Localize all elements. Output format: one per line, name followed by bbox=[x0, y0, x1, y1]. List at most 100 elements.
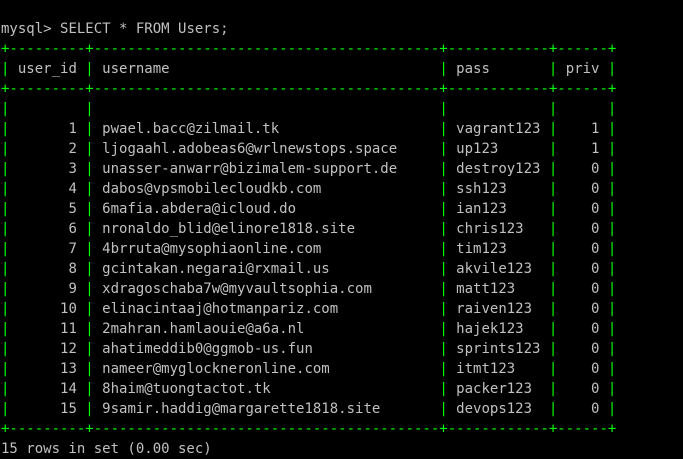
cell-separator: | bbox=[607, 301, 617, 317]
cell-separator: | bbox=[439, 321, 448, 337]
sql-command: SELECT * FROM Users; bbox=[60, 21, 229, 37]
cell-separator: | bbox=[439, 281, 448, 297]
table-cell-user_id: 3 bbox=[9, 161, 86, 177]
table-cell-pass: akvile123 bbox=[447, 261, 549, 277]
cell-separator: | bbox=[607, 221, 617, 237]
cell-separator: | bbox=[439, 161, 448, 177]
cell-separator: | bbox=[439, 101, 448, 117]
table-cell-pass: raiven123 bbox=[447, 301, 549, 317]
cell-separator: | bbox=[85, 381, 94, 397]
table-cell-priv: 1 bbox=[557, 121, 608, 137]
table-row: | 11 | 2mahran.hamlaouie@a6a.nl | hajek1… bbox=[1, 319, 683, 339]
table-cell-username: unasser-anwarr@bizimalem-support.de bbox=[93, 161, 440, 177]
table-cell-priv: 0 bbox=[557, 341, 608, 357]
table-cell-username: pwael.bacc@zilmail.tk bbox=[93, 121, 440, 137]
table-cell-pass: tim123 bbox=[447, 241, 549, 257]
table-border-header: +---------+-----------------------------… bbox=[1, 81, 617, 97]
cell-separator: | bbox=[607, 261, 617, 277]
table-cell-pass: packer123 bbox=[447, 381, 549, 397]
cell-separator: | bbox=[607, 121, 617, 137]
cell-separator: | bbox=[439, 301, 448, 317]
cell-separator: | bbox=[607, 181, 617, 197]
table-cell-pass: destroy123 bbox=[447, 161, 549, 177]
table-cell-user_id: 1 bbox=[9, 121, 86, 137]
cell-separator: | bbox=[85, 201, 94, 217]
table-cell-user_id: 9 bbox=[9, 281, 86, 297]
command-line: mysql> SELECT * FROM Users; bbox=[1, 19, 683, 39]
table-row: | 14 | 8haim@tuongtactot.tk | packer123 … bbox=[1, 379, 683, 399]
table-cell-username: gcintakan.negarai@rxmail.us bbox=[93, 261, 440, 277]
table-cell-username: 8haim@tuongtactot.tk bbox=[93, 381, 440, 397]
prompt: mysql> bbox=[1, 21, 61, 37]
cell-separator: | bbox=[607, 161, 617, 177]
table-cell-username: 2mahran.hamlaouie@a6a.nl bbox=[93, 321, 440, 337]
table-cell-priv: 0 bbox=[557, 221, 608, 237]
table-cell-priv: 0 bbox=[557, 201, 608, 217]
cell-separator: | bbox=[85, 401, 94, 417]
table-cell-user_id: 5 bbox=[9, 201, 86, 217]
table-cell-pass: vagrant123 bbox=[447, 121, 549, 137]
table-cell-priv: 0 bbox=[557, 381, 608, 397]
cell-separator: | bbox=[607, 201, 617, 217]
table-cell-priv: 0 bbox=[557, 241, 608, 257]
table-cell-user_id: 8 bbox=[9, 261, 86, 277]
table-cell-pass: sprints123 bbox=[447, 341, 549, 357]
column-header-pass: pass bbox=[447, 61, 549, 77]
table-cell-username: ahatimeddib0@ggmob-us.fun bbox=[93, 341, 440, 357]
table-cell-priv: 0 bbox=[557, 321, 608, 337]
table-blank-cell bbox=[448, 101, 549, 117]
table-cell-pass: devops123 bbox=[447, 401, 549, 417]
table-row: | 12 | ahatimeddib0@ggmob-us.fun | sprin… bbox=[1, 339, 683, 359]
table-row: | 6 | nronaldo_blid@elinore1818.site | c… bbox=[1, 219, 683, 239]
table-cell-pass: ssh123 bbox=[447, 181, 549, 197]
cell-separator: | bbox=[439, 361, 448, 377]
terminal-window[interactable]: mysql> SELECT * FROM Users; +---------+-… bbox=[0, 0, 683, 457]
cell-separator: | bbox=[439, 261, 448, 277]
cell-separator: | bbox=[85, 221, 94, 237]
table-cell-user_id: 15 bbox=[9, 401, 86, 417]
cell-separator: | bbox=[439, 181, 448, 197]
cell-separator: | bbox=[85, 301, 94, 317]
table-cell-user_id: 4 bbox=[9, 181, 86, 197]
cell-separator: | bbox=[85, 181, 94, 197]
cell-separator: | bbox=[85, 241, 94, 257]
cell-separator: | bbox=[607, 381, 617, 397]
table-row: | 3 | unasser-anwarr@bizimalem-support.d… bbox=[1, 159, 683, 179]
cell-separator: | bbox=[439, 121, 448, 137]
cell-separator: | bbox=[439, 221, 448, 237]
table-cell-username: nameer@myglockneronline.com bbox=[93, 361, 440, 377]
table-cell-username: nronaldo_blid@elinore1818.site bbox=[93, 221, 440, 237]
table-cell-pass: chris123 bbox=[447, 221, 549, 237]
table-cell-username: elinacintaaj@hotmanpariz.com bbox=[93, 301, 440, 317]
cell-separator: | bbox=[85, 341, 94, 357]
table-cell-pass: hajek123 bbox=[447, 321, 549, 337]
cell-separator: | bbox=[439, 61, 448, 77]
cell-separator: | bbox=[607, 341, 617, 357]
table-cell-username: xdragoschaba7w@myvaultsophia.com bbox=[93, 281, 440, 297]
table-cell-priv: 0 bbox=[557, 361, 608, 377]
cell-separator: | bbox=[85, 321, 94, 337]
table-row: | 13 | nameer@myglockneronline.com | itm… bbox=[1, 359, 683, 379]
cell-separator: | bbox=[439, 341, 448, 357]
table-row: | 1 | pwael.bacc@zilmail.tk | vagrant123… bbox=[1, 119, 683, 139]
table-cell-user_id: 11 bbox=[9, 321, 86, 337]
cell-separator: | bbox=[439, 201, 448, 217]
table-cell-username: 6mafia.abdera@icloud.do bbox=[93, 201, 440, 217]
cell-separator: | bbox=[85, 141, 94, 157]
column-header-priv: priv bbox=[557, 61, 608, 77]
cell-separator: | bbox=[85, 261, 94, 277]
table-body: | | | | | | 1 | pwael.bacc@zilmail.tk | v… bbox=[1, 99, 683, 419]
table-cell-priv: 0 bbox=[557, 161, 608, 177]
table-row: | 10 | elinacintaaj@hotmanpariz.com | ra… bbox=[1, 299, 683, 319]
cell-separator: | bbox=[607, 361, 617, 377]
table-cell-user_id: 10 bbox=[9, 301, 86, 317]
table-cell-pass: ian123 bbox=[447, 201, 549, 217]
table-cell-priv: 0 bbox=[557, 181, 608, 197]
table-border-bottom: +---------+-----------------------------… bbox=[1, 421, 617, 437]
table-cell-pass: itmt123 bbox=[447, 361, 549, 377]
cell-separator: | bbox=[607, 241, 617, 257]
cell-separator: | bbox=[439, 401, 448, 417]
cell-separator: | bbox=[85, 361, 94, 377]
table-cell-user_id: 12 bbox=[9, 341, 86, 357]
result-footer: 15 rows in set (0.00 sec) bbox=[1, 441, 212, 457]
